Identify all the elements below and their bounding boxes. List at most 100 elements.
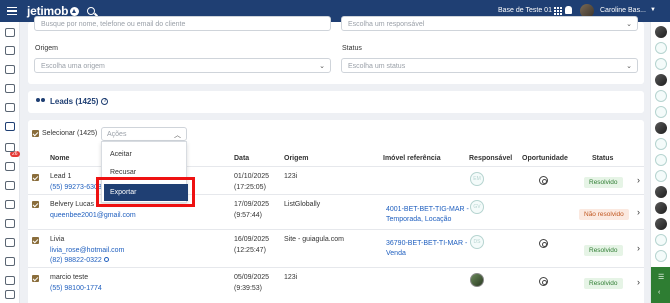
origin-select[interactable]: Escolha uma origem ⌄ [34,58,331,73]
lead-contact[interactable]: queenbee2001@gmail.com [50,212,136,219]
header-name[interactable]: Nome [50,155,69,162]
search-icon[interactable] [87,7,96,15]
home-icon[interactable] [5,46,15,55]
header-property[interactable]: Imóvel referência [383,155,441,162]
row-checkbox[interactable] [32,275,39,282]
lead-name[interactable]: Lead 1 [50,173,71,180]
header-responsible[interactable]: Responsável [469,155,512,162]
chart-icon[interactable] [5,276,15,285]
lead-property[interactable]: 4001-BET-BET-TIG-MAR - [386,206,469,213]
row-checkbox[interactable] [32,174,39,181]
calendar-grid-icon[interactable] [5,28,15,37]
megaphone-icon[interactable] [5,219,15,228]
chevron-right-icon[interactable]: › [637,175,640,185]
status-badge: Resolvido [584,245,623,256]
agent-avatar[interactable] [655,138,667,150]
building-icon[interactable] [5,65,15,74]
agent-avatar[interactable] [655,202,667,214]
whatsapp-icon[interactable] [103,257,109,262]
lead-name[interactable]: Belvery Lucas [50,201,94,208]
lead-date: 16/09/2025 [234,236,270,243]
row-checkbox[interactable] [32,201,39,208]
agent-avatar[interactable] [655,218,667,230]
lead-name[interactable]: marcio teste [50,274,88,281]
apps-grid-icon[interactable] [554,7,562,15]
check-circle-icon[interactable] [5,200,15,209]
agent-avatar[interactable] [655,154,667,166]
agent-avatar[interactable] [655,58,667,70]
export-highlight-box [96,177,195,207]
header-opportunity[interactable]: Oportunidade [522,155,568,162]
chevron-down-icon[interactable]: ▼ [650,7,656,13]
actions-select[interactable]: Ações ︿ [101,127,187,141]
chat-launcher[interactable]: ☰ ‹ [651,267,670,303]
lead-time: (17:25:05) [234,184,266,191]
chevron-right-icon[interactable]: › [637,243,640,253]
agent-avatar[interactable] [655,26,667,38]
lead-property-type[interactable]: Temporada, Locação [386,216,451,223]
responsible-select[interactable]: Escolha um responsável ⌄ [341,16,638,31]
lead-property-type[interactable]: Venda [386,250,406,257]
info-icon[interactable] [5,290,15,299]
agent-avatar[interactable] [655,122,667,134]
share-icon[interactable] [5,181,15,190]
right-sidebar: ☰ ‹ [650,22,670,303]
leads-title-text: Leads (1425) [50,97,99,106]
lead-contact[interactable]: (55) 98100-1774 [50,285,102,292]
agent-avatar[interactable] [655,42,667,54]
notifications-bell-icon[interactable] [565,6,572,14]
leads-icon[interactable] [5,122,15,131]
opportunity-target-icon[interactable] [539,176,548,185]
agent-avatar[interactable] [655,74,667,86]
document-icon[interactable] [5,257,15,266]
lead-contact[interactable]: livia_rose@hotmail.com [50,247,124,254]
lead-time: (9:39:53) [234,285,263,292]
row-divider [28,229,644,230]
user-name[interactable]: Caroline Bas... [600,7,646,14]
lead-property[interactable]: 36790-BET-BET-TI-MAR - [386,240,467,247]
action-option-aceitar[interactable]: Aceitar [110,151,132,158]
lead-contact[interactable]: (55) 99273-6308 [50,184,102,191]
key-icon[interactable] [5,84,15,93]
responsible-avatar[interactable] [470,273,484,287]
tools-icon[interactable] [5,103,15,112]
chevron-left-icon[interactable]: ‹ [658,289,660,296]
trophy-icon[interactable] [5,238,15,247]
action-option-recusar[interactable]: Recusar [110,169,136,176]
lead-contact-phone[interactable]: (82) 98822-0322 [50,257,109,264]
search-input[interactable]: Busque por nome, telefone ou email do cl… [34,16,331,31]
lead-name[interactable]: Livia [50,236,64,243]
agent-avatar[interactable] [655,106,667,118]
agent-avatar[interactable] [655,170,667,182]
origin-label: Origem [35,45,58,52]
people-icon [36,97,46,106]
base-selector[interactable]: Base de Teste 01 [498,7,552,14]
agent-avatar[interactable] [655,234,667,246]
chevron-right-icon[interactable]: › [637,277,640,287]
chevron-right-icon[interactable]: › [637,207,640,217]
status-badge: Resolvido [584,278,623,289]
header-origin[interactable]: Origem [284,155,309,162]
origin-placeholder: Escolha uma origem [41,63,105,70]
help-icon[interactable]: ? [101,98,109,105]
select-all[interactable]: Selecionar (1425) [32,130,97,137]
agent-avatar[interactable] [655,250,667,262]
leads-title: Leads (1425) ? [36,97,109,106]
opportunity-target-icon[interactable] [539,239,548,248]
status-select[interactable]: Escolha um status ⌄ [341,58,638,73]
agent-avatar[interactable] [655,90,667,102]
header-status[interactable]: Status [592,155,613,162]
select-all-checkbox[interactable] [32,130,39,137]
lead-time: (12:25:47) [234,247,266,254]
agent-avatar[interactable] [655,186,667,198]
responsible-avatar[interactable]: EM [470,172,484,186]
row-checkbox[interactable] [32,237,39,244]
responsible-avatar[interactable]: GV [470,200,484,214]
funnel-icon[interactable] [5,143,15,152]
header-date[interactable]: Data [234,155,249,162]
responsible-avatar[interactable]: DS [470,235,484,249]
menu-icon[interactable] [7,5,17,18]
opportunity-target-icon[interactable] [539,277,548,286]
chat-icon: ☰ [658,274,665,281]
contacts-icon[interactable] [5,162,15,171]
